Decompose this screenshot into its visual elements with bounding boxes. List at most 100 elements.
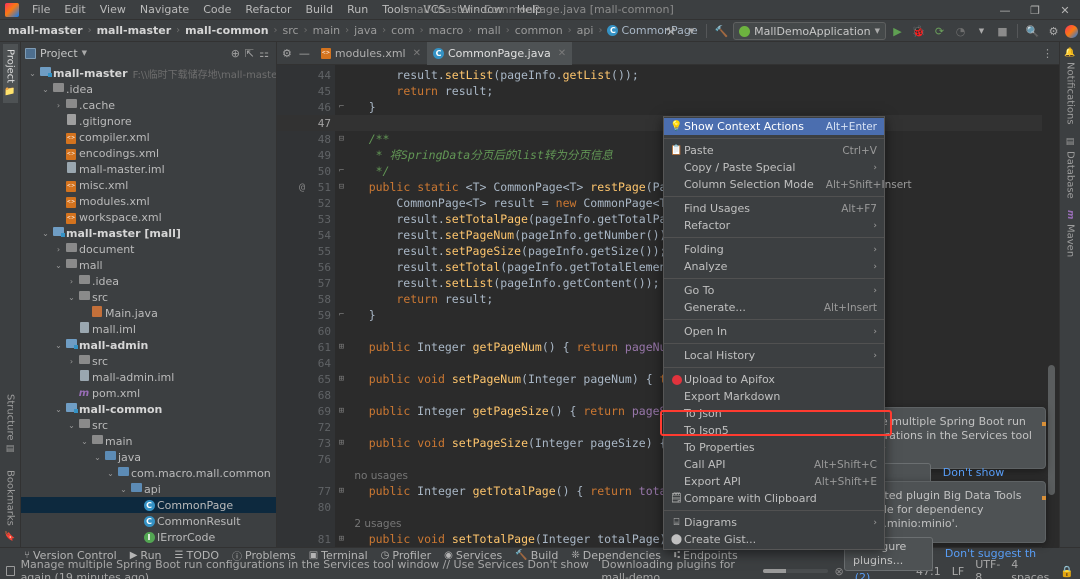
menu-item-compare-with-clipboard[interactable]: 🗒Compare with Clipboard	[664, 490, 884, 507]
tree-node-ierrorcode[interactable]: IIErrorCode	[21, 529, 276, 545]
hide-icon[interactable]: —	[299, 47, 310, 60]
minimize-button[interactable]: —	[990, 0, 1020, 20]
tree-node--idea[interactable]: ›.idea	[21, 273, 276, 289]
gutter-line[interactable]: 61⊞	[277, 339, 335, 355]
gutter-line[interactable]: 58	[277, 291, 335, 307]
gutter-line[interactable]: 46⌐	[277, 99, 335, 115]
tree-node-com-macro-mall-common[interactable]: ⌄com.macro.mall.common	[21, 465, 276, 481]
close-button[interactable]: ✕	[1050, 0, 1080, 20]
gutter-line[interactable]: 76	[277, 451, 335, 467]
tree-node-mall-master[interactable]: ⌄mall-masterF:\\临时下载储存地\mall-master	[21, 65, 276, 81]
menu-item-build[interactable]: Build	[299, 1, 341, 18]
menu-item-to-properties[interactable]: To Properties	[664, 439, 884, 456]
gutter-line[interactable]: 48⊟	[277, 131, 335, 147]
tree-node-mall-admin-iml[interactable]: mall-admin.iml	[21, 369, 276, 385]
tree-node-src[interactable]: ⌄src	[21, 289, 276, 305]
sidebar-item-project[interactable]: Project 📁	[3, 44, 18, 103]
menu-bar[interactable]: FileEditViewNavigateCodeRefactorBuildRun…	[25, 1, 549, 18]
breadcrumb-segment[interactable]: mall-master	[4, 23, 87, 38]
collapse-icon[interactable]: ⇱	[245, 47, 254, 60]
gutter-line[interactable]: @51⊟	[277, 179, 335, 195]
gutter-line[interactable]: 65⊞	[277, 371, 335, 387]
gutter-line[interactable]: 72	[277, 419, 335, 435]
menu-item-paste[interactable]: 📋PasteCtrl+V	[664, 142, 884, 159]
menu-item-export-api[interactable]: Export APIAlt+Shift+E	[664, 473, 884, 490]
menu-item-help[interactable]: Help	[510, 1, 549, 18]
breadcrumb-segment[interactable]: src	[279, 23, 303, 38]
editor-tab-commonpage-java[interactable]: CCommonPage.java✕	[427, 42, 572, 65]
gutter-line[interactable]: 64	[277, 355, 335, 371]
tree-node--idea[interactable]: ⌄.idea	[21, 81, 276, 97]
menu-item-file[interactable]: File	[25, 1, 57, 18]
tree-node-modules-xml[interactable]: <>modules.xml	[21, 193, 276, 209]
gutter-line[interactable]: 80	[277, 499, 335, 515]
gutter-line[interactable]	[277, 467, 335, 483]
vcs-icon[interactable]: ⚒	[661, 22, 680, 41]
tree-node-mall-iml[interactable]: mall.iml	[21, 321, 276, 337]
chevron-down-icon[interactable]: ⌄	[79, 437, 90, 446]
chevron-right-icon[interactable]: ›	[66, 357, 77, 366]
status-message[interactable]: Manage multiple Spring Boot run configur…	[21, 558, 596, 579]
menu-item-local-history[interactable]: Local History›	[664, 347, 884, 364]
tree-node-java[interactable]: ⌄java	[21, 449, 276, 465]
chevron-down-icon[interactable]: ⌄	[53, 405, 64, 414]
sidebar-item-bookmarks[interactable]: Bookmarks 🔖	[3, 465, 18, 546]
tree-node-commonresult[interactable]: CCommonResult	[21, 513, 276, 529]
menu-item-tools[interactable]: Tools	[375, 1, 416, 18]
gutter-line[interactable]: 44	[277, 67, 335, 83]
locate-icon[interactable]: ⊕	[231, 47, 240, 60]
menu-item-code[interactable]: Code	[196, 1, 238, 18]
menu-item-upload-to-apifox[interactable]: Upload to Apifox	[664, 371, 884, 388]
menu-item-go-to[interactable]: Go To›	[664, 282, 884, 299]
tree-node-src[interactable]: ⌄src	[21, 417, 276, 433]
chevron-down-icon[interactable]: ⌄	[92, 453, 103, 462]
lock-icon[interactable]: 🔒	[1060, 565, 1074, 578]
breadcrumb-segment[interactable]: mall-master	[93, 23, 176, 38]
menu-item-view[interactable]: View	[93, 1, 133, 18]
menu-item-refactor[interactable]: Refactor	[238, 1, 298, 18]
tree-node-mall-master-mall-[interactable]: ⌄mall-master [mall]	[21, 225, 276, 241]
menu-item-column-selection-mode[interactable]: Column Selection ModeAlt+Shift+Insert	[664, 176, 884, 193]
tree-node-main[interactable]: ⌄main	[21, 433, 276, 449]
chevron-right-icon[interactable]: ›	[66, 277, 77, 286]
gutter-line[interactable]: 57	[277, 275, 335, 291]
breadcrumb-segment[interactable]: mall-common	[181, 23, 272, 38]
menu-item-analyze[interactable]: Analyze›	[664, 258, 884, 275]
menu-item-navigate[interactable]: Navigate	[133, 1, 196, 18]
gutter-line[interactable]: 45	[277, 83, 335, 99]
gutter-line[interactable]: 69⊞	[277, 403, 335, 419]
tree-node-commonpage[interactable]: CCommonPage	[21, 497, 276, 513]
gutter-line[interactable]: 53	[277, 211, 335, 227]
tree-node-encodings-xml[interactable]: <>encodings.xml	[21, 145, 276, 161]
gutter-line[interactable]: 55	[277, 243, 335, 259]
breadcrumb-segment[interactable]: com	[387, 23, 419, 38]
chevron-down-icon[interactable]: ▼	[682, 22, 701, 41]
tree-node-compiler-xml[interactable]: <>compiler.xml	[21, 129, 276, 145]
run-with-coverage-button[interactable]: ⟳	[930, 22, 949, 41]
gutter-line[interactable]: 60	[277, 323, 335, 339]
search-icon[interactable]: 🔍	[1023, 22, 1042, 41]
gutter-line[interactable]: 49	[277, 147, 335, 163]
menu-item-vcs[interactable]: VCS	[416, 1, 452, 18]
editor-tab-modules-xml[interactable]: <>modules.xml✕	[315, 42, 427, 65]
run-configuration-selector[interactable]: MallDemoApplication ▼	[733, 22, 886, 40]
gutter-line[interactable]: 77⊞	[277, 483, 335, 499]
tree-node-workspace-xml[interactable]: <>workspace.xml	[21, 209, 276, 225]
menu-item-create-gist[interactable]: ⬤Create Gist...	[664, 531, 884, 548]
menu-item-find-usages[interactable]: Find UsagesAlt+F7	[664, 200, 884, 217]
chevron-right-icon[interactable]: ›	[53, 245, 64, 254]
editor-tabs[interactable]: <>modules.xml✕CCommonPage.java✕	[315, 42, 572, 65]
breadcrumb-segment[interactable]: macro	[425, 23, 468, 38]
tree-node-pom-xml[interactable]: mpom.xml	[21, 385, 276, 401]
breadcrumb-segment[interactable]: api	[573, 23, 598, 38]
chevron-right-icon[interactable]: ›	[53, 101, 64, 110]
gutter-line[interactable]: 52	[277, 195, 335, 211]
settings-gear-icon[interactable]: ⚙	[282, 47, 292, 60]
chevron-down-icon[interactable]: ⌄	[27, 69, 38, 78]
tree-node-document[interactable]: ›document	[21, 241, 276, 257]
chevron-down-icon[interactable]: ▼	[82, 49, 87, 57]
tree-node-mall-common[interactable]: ⌄mall-common	[21, 401, 276, 417]
chevron-down-icon[interactable]: ⌄	[66, 293, 77, 302]
tree-node-src[interactable]: ›src	[21, 353, 276, 369]
settings-gear-icon[interactable]: ⚙	[1044, 22, 1063, 41]
